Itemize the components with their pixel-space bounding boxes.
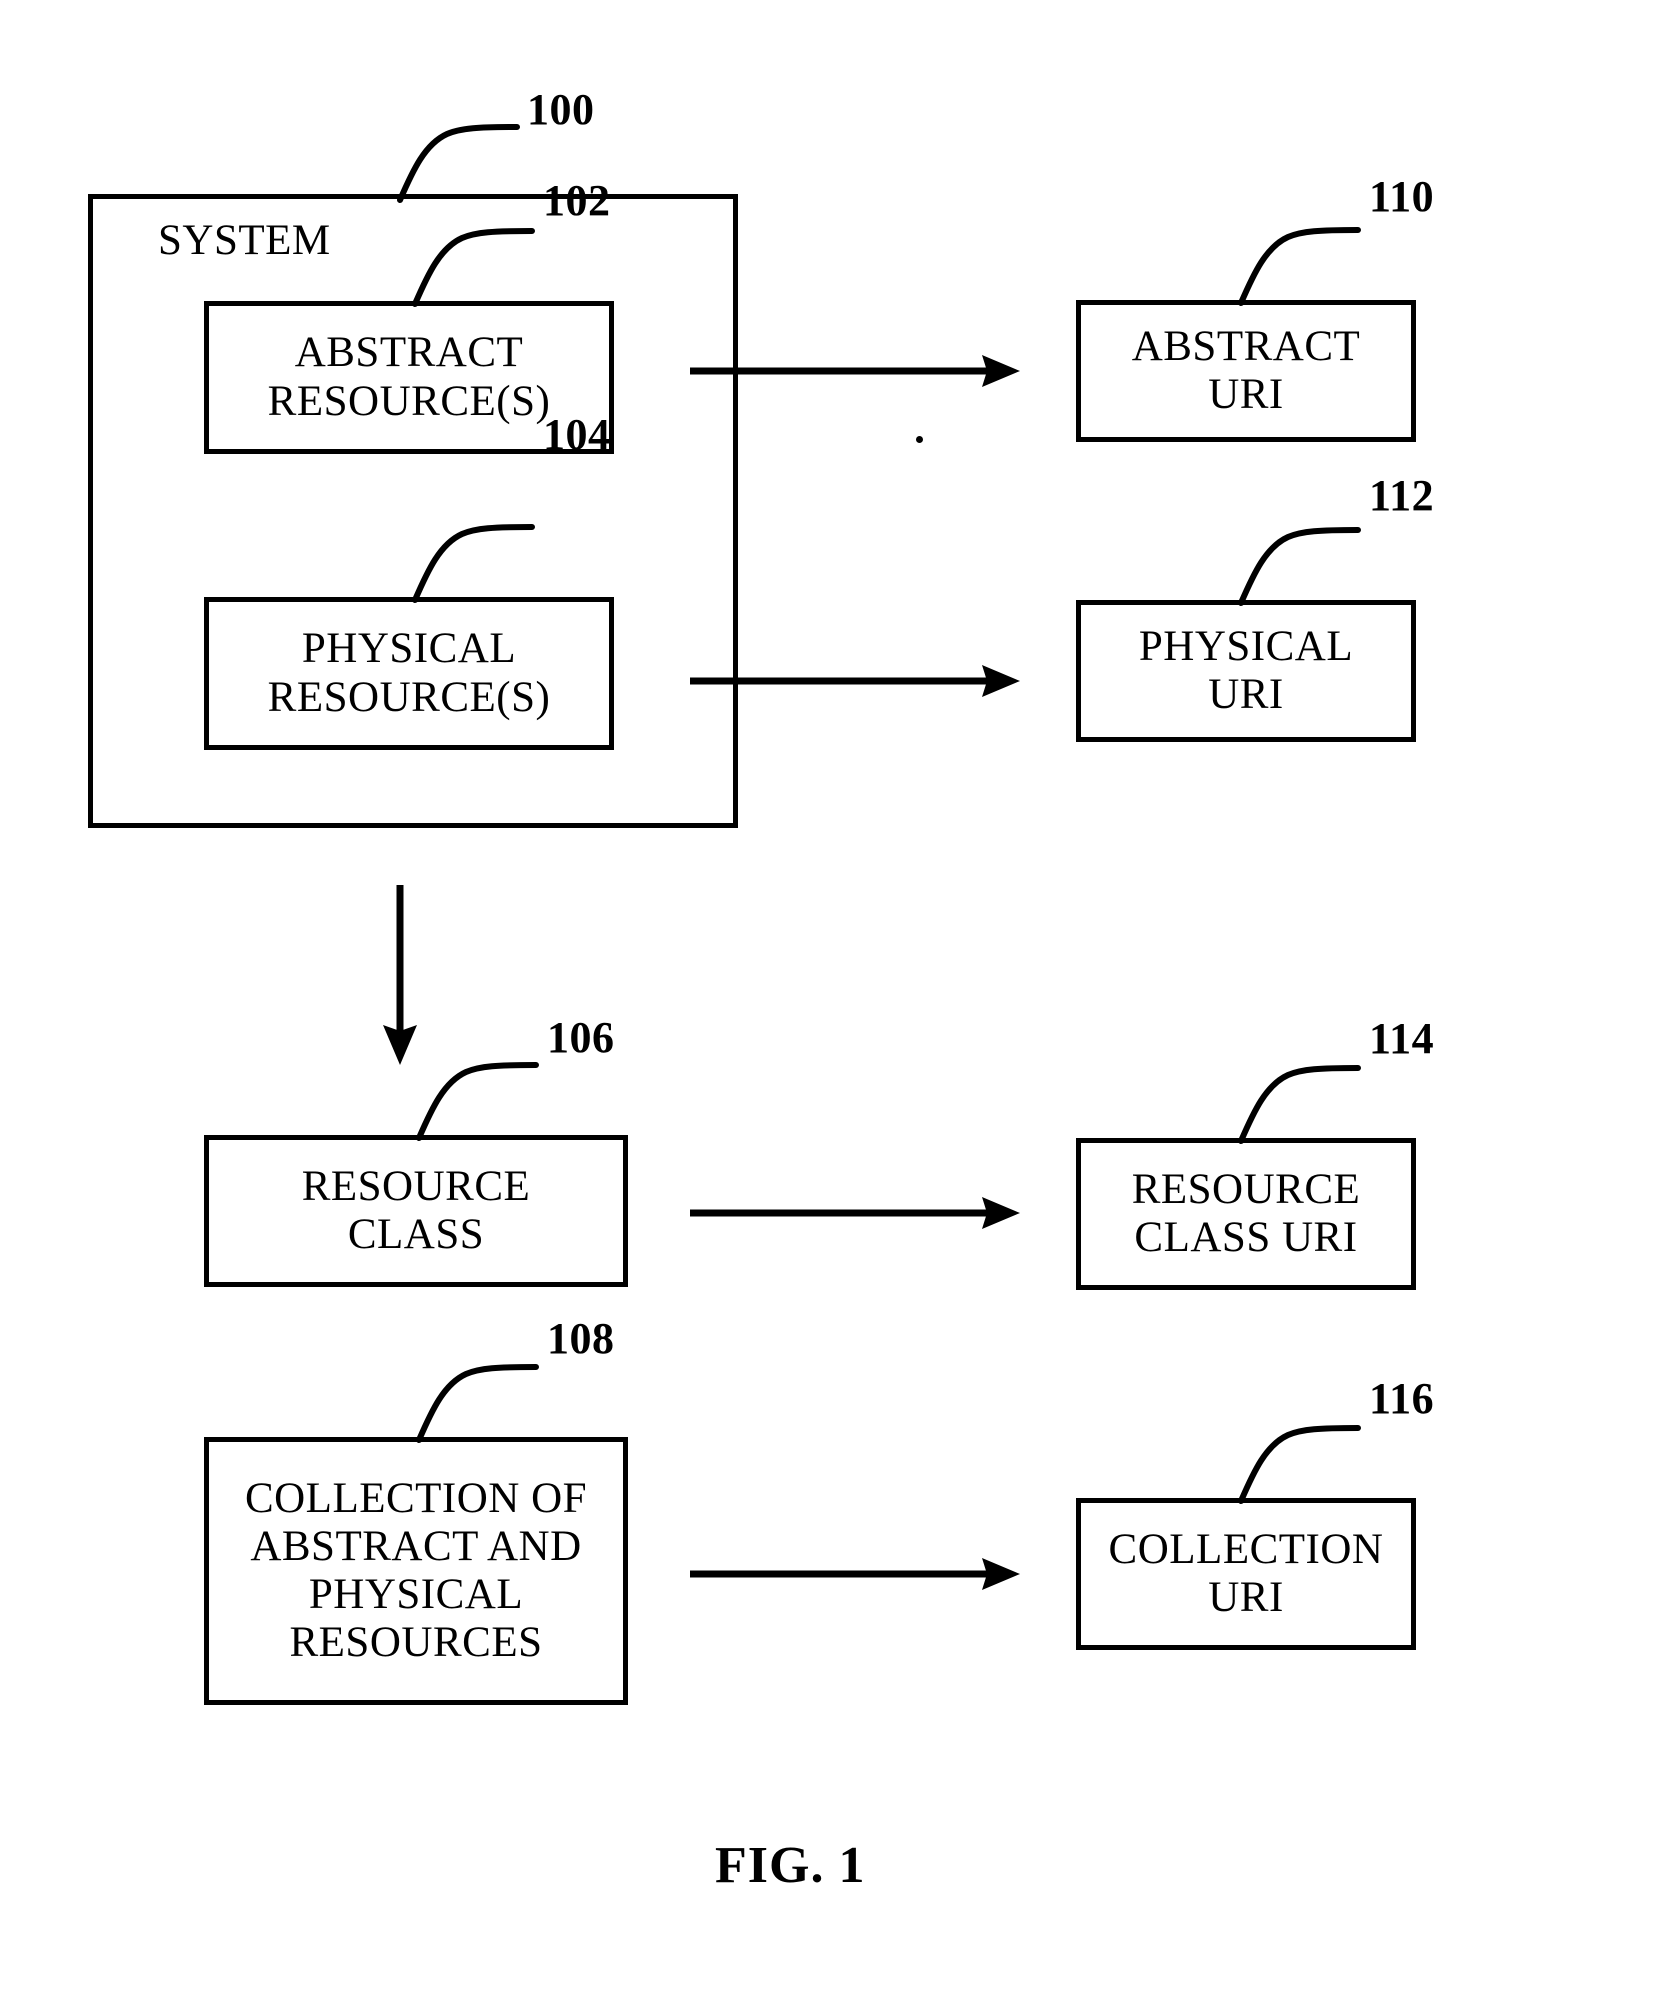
physical-uri-box: PHYSICAL URI [1076, 600, 1416, 742]
physical-resource-box: PHYSICAL RESOURCE(S) [204, 597, 614, 750]
figure-caption: FIG. 1 [715, 1837, 866, 1894]
resource-class-label: RESOURCE CLASS [301, 1162, 531, 1258]
collection-uri-box: COLLECTION URI [1076, 1498, 1416, 1650]
leader-line-114 [1238, 1065, 1361, 1144]
leader-line-100 [397, 124, 520, 203]
abstract-uri-label: ABSTRACT URI [1131, 322, 1361, 418]
leader-line-112 [1238, 527, 1361, 606]
physical-resource-label: PHYSICAL RESOURCE(S) [267, 625, 551, 721]
ref-number-110: 110 [1369, 172, 1435, 221]
arrow-class-to-class-uri [690, 1197, 1020, 1229]
collection-label: COLLECTION OF ABSTRACT AND PHYSICAL RESO… [244, 1474, 588, 1667]
leader-line-110 [1238, 227, 1361, 306]
ref-number-116: 116 [1369, 1374, 1435, 1423]
arrow-abstract-to-abstract-uri [690, 355, 1020, 387]
resource-class-uri-label: RESOURCE CLASS URI [1131, 1165, 1361, 1261]
leader-line-108 [416, 1364, 539, 1443]
ref-number-114: 114 [1369, 1014, 1435, 1063]
abstract-uri-box: ABSTRACT URI [1076, 300, 1416, 442]
arrow-collection-to-collection-uri [690, 1558, 1020, 1590]
ref-number-104: 104 [543, 410, 611, 459]
ref-number-100: 100 [527, 85, 595, 134]
arrow-physical-to-physical-uri [690, 665, 1020, 697]
collection-uri-label: COLLECTION URI [1108, 1525, 1384, 1621]
leader-line-116 [1238, 1425, 1361, 1504]
patent-figure: SYSTEM 100 ABSTRACT RESOURCE(S) 102 PHYS… [0, 0, 1669, 2016]
ref-number-108: 108 [547, 1314, 615, 1363]
system-title-label: SYSTEM [158, 217, 331, 264]
ref-number-106: 106 [547, 1013, 615, 1062]
ref-number-102: 102 [543, 176, 611, 225]
collection-box: COLLECTION OF ABSTRACT AND PHYSICAL RESO… [204, 1437, 628, 1705]
abstract-resource-label: ABSTRACT RESOURCE(S) [267, 329, 551, 425]
ink-speck [916, 436, 923, 443]
arrow-system-to-resource-class [383, 885, 417, 1065]
resource-class-box: RESOURCE CLASS [204, 1135, 628, 1287]
resource-class-uri-box: RESOURCE CLASS URI [1076, 1138, 1416, 1290]
physical-uri-label: PHYSICAL URI [1138, 622, 1354, 718]
ref-number-112: 112 [1369, 471, 1435, 520]
leader-line-106 [416, 1062, 539, 1141]
